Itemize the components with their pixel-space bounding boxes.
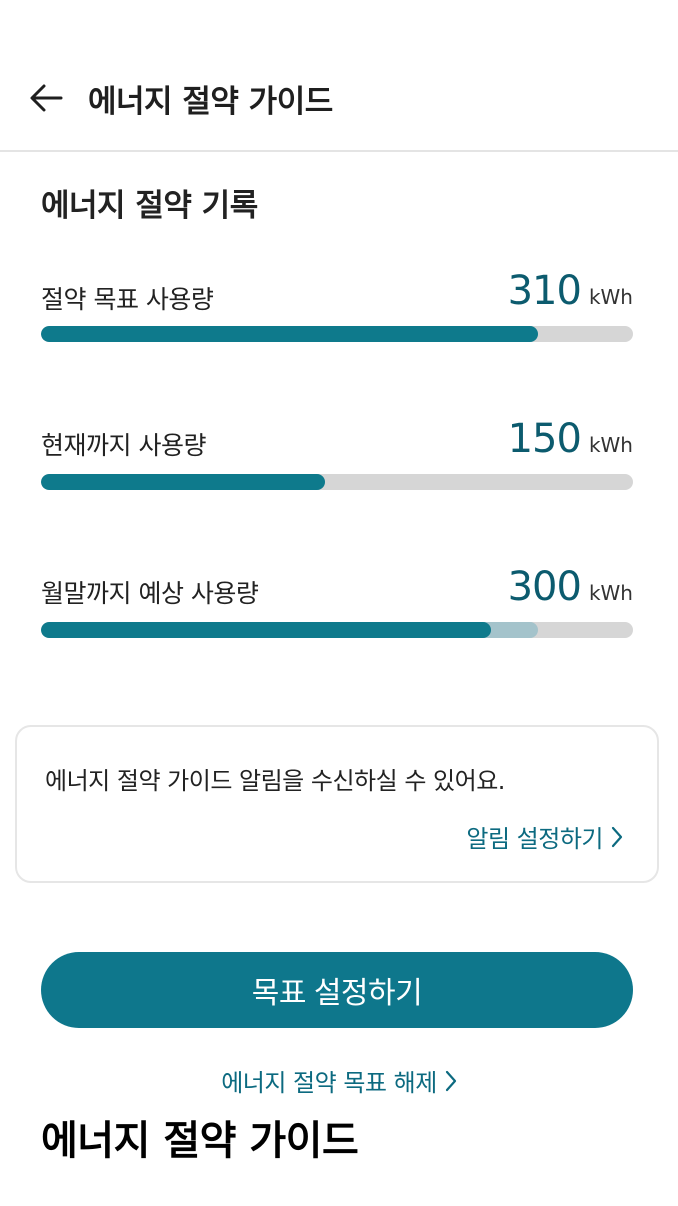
progress-track bbox=[41, 622, 633, 638]
footer-title: 에너지 절약 가이드 bbox=[41, 1118, 359, 1164]
progress-fill bbox=[41, 622, 491, 638]
metric-unit: kWh bbox=[588, 285, 633, 309]
metric-label: 현재까지 사용량 bbox=[41, 431, 206, 460]
metric-unit: kWh bbox=[588, 433, 633, 457]
progress-track bbox=[41, 326, 633, 342]
app-header: 에너지 절약 가이드 bbox=[0, 0, 678, 152]
page-title: 에너지 절약 가이드 bbox=[88, 84, 333, 120]
metric-label: 절약 목표 사용량 bbox=[41, 285, 214, 314]
notification-settings-link[interactable]: 알림 설정하기 bbox=[466, 819, 623, 854]
notification-settings-label: 알림 설정하기 bbox=[466, 825, 603, 853]
cancel-goal-label: 에너지 절약 목표 해제 bbox=[221, 1069, 437, 1097]
metric-number: 310 bbox=[507, 268, 582, 314]
progress-track bbox=[41, 474, 633, 490]
metric-value: 150 kWh bbox=[508, 416, 633, 462]
notification-text: 에너지 절약 가이드 알림을 수신하실 수 있어요. bbox=[45, 767, 505, 795]
metric-unit: kWh bbox=[588, 581, 633, 605]
chevron-right-icon bbox=[611, 826, 623, 847]
metric-number: 150 bbox=[507, 416, 582, 462]
metric-target-usage: 절약 목표 사용량 310 kWh bbox=[41, 268, 633, 348]
set-goal-button[interactable]: 목표 설정하기 bbox=[41, 952, 633, 1028]
chevron-right-icon bbox=[445, 1070, 456, 1091]
section-title: 에너지 절약 기록 bbox=[41, 188, 258, 224]
back-button[interactable] bbox=[26, 78, 66, 118]
arrow-left-icon bbox=[30, 84, 63, 112]
metric-label: 월말까지 예상 사용량 bbox=[41, 579, 259, 608]
progress-fill bbox=[41, 474, 326, 490]
metric-value: 310 kWh bbox=[508, 268, 633, 314]
notification-card: 에너지 절약 가이드 알림을 수신하실 수 있어요. 알림 설정하기 bbox=[15, 725, 659, 883]
metric-number: 300 bbox=[507, 564, 582, 610]
metric-value: 300 kWh bbox=[508, 564, 633, 610]
metric-projected-usage: 월말까지 예상 사용량 300 kWh bbox=[41, 564, 633, 644]
cancel-goal-link[interactable]: 에너지 절약 목표 해제 bbox=[0, 1063, 678, 1098]
progress-fill bbox=[41, 326, 539, 342]
metric-current-usage: 현재까지 사용량 150 kWh bbox=[41, 416, 633, 496]
